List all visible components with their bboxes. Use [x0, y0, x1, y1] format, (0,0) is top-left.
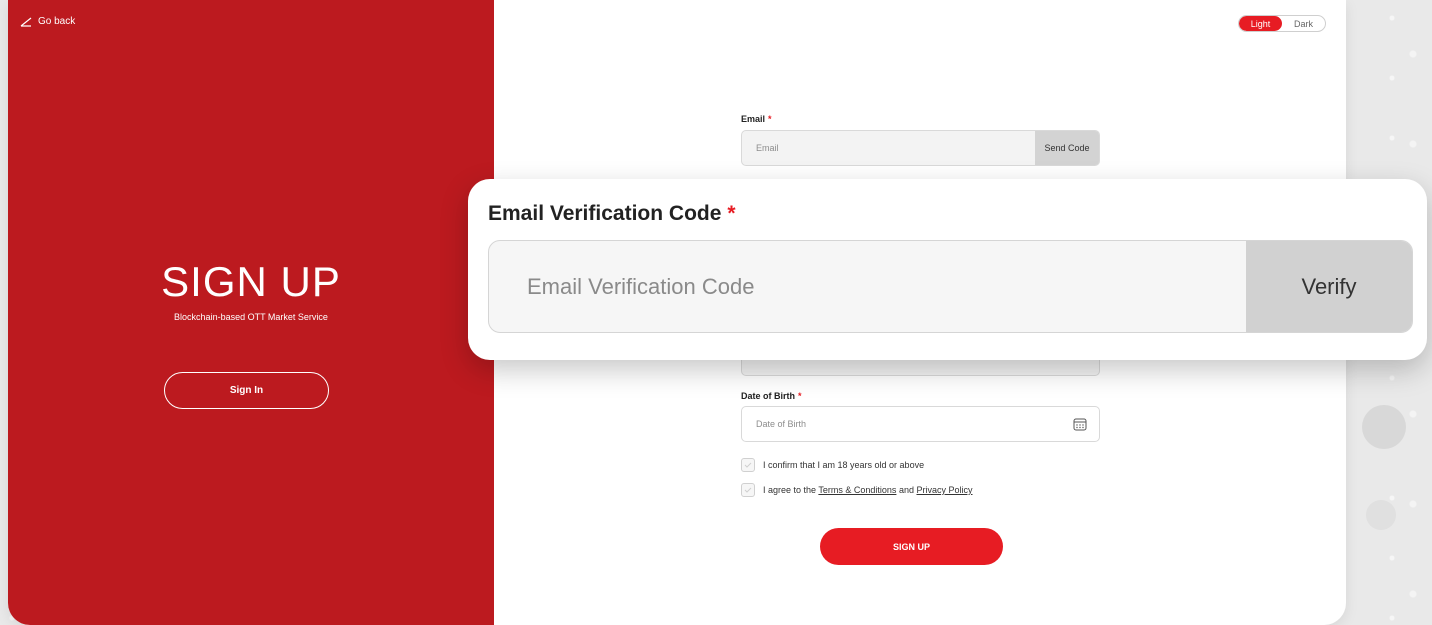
terms-link[interactable]: Terms & Conditions — [818, 485, 896, 495]
theme-toggle: Light Dark — [1238, 15, 1326, 32]
verification-code-field[interactable]: Email Verification Code Verify — [488, 240, 1413, 333]
theme-light-option[interactable]: Light — [1239, 16, 1282, 31]
sign-in-button[interactable]: Sign In — [164, 372, 329, 409]
go-back-label: Go back — [38, 16, 76, 27]
dob-field[interactable]: Date of Birth — [741, 406, 1100, 442]
verification-code-label: Email Verification Code * — [488, 202, 736, 225]
calendar-icon[interactable] — [1073, 417, 1087, 431]
theme-dark-option[interactable]: Dark — [1282, 16, 1325, 31]
send-code-button[interactable]: Send Code — [1035, 131, 1099, 165]
dob-placeholder: Date of Birth — [756, 419, 807, 429]
page-title: SIGN UP — [161, 258, 341, 305]
page-subtitle: Blockchain-based OTT Market Service — [174, 312, 328, 322]
age-confirm-checkbox[interactable] — [741, 458, 755, 472]
decorative-blob — [1362, 405, 1406, 449]
left-panel: Go back SIGN UP Blockchain-based OTT Mar… — [8, 0, 494, 625]
check-icon — [744, 462, 752, 468]
terms-checkbox[interactable] — [741, 483, 755, 497]
email-placeholder: Email — [756, 143, 779, 153]
required-marker: * — [727, 202, 736, 225]
verification-code-placeholder: Email Verification Code — [527, 273, 755, 299]
email-label: Email * — [741, 114, 772, 124]
age-confirm-label: I confirm that I am 18 years old or abov… — [763, 460, 925, 470]
decorative-blob — [1366, 500, 1396, 530]
age-confirm-row: I confirm that I am 18 years old or abov… — [741, 458, 924, 472]
verify-button[interactable]: Verify — [1246, 241, 1412, 332]
email-field[interactable]: Email Send Code — [741, 130, 1100, 166]
sign-up-button[interactable]: SIGN UP — [820, 528, 1003, 565]
required-marker: * — [798, 391, 802, 401]
zoom-callout: Email Verification Code * Email Verificat… — [468, 179, 1427, 360]
privacy-link[interactable]: Privacy Policy — [916, 485, 972, 495]
back-arrow-icon — [20, 17, 32, 27]
terms-prefix: I agree to the Terms & Conditions and Pr… — [763, 485, 973, 495]
go-back-link[interactable]: Go back — [20, 16, 75, 27]
dob-label: Date of Birth * — [741, 391, 802, 401]
terms-row: I agree to the Terms & Conditions and Pr… — [741, 483, 973, 497]
check-icon — [744, 487, 752, 493]
required-marker: * — [768, 114, 772, 124]
